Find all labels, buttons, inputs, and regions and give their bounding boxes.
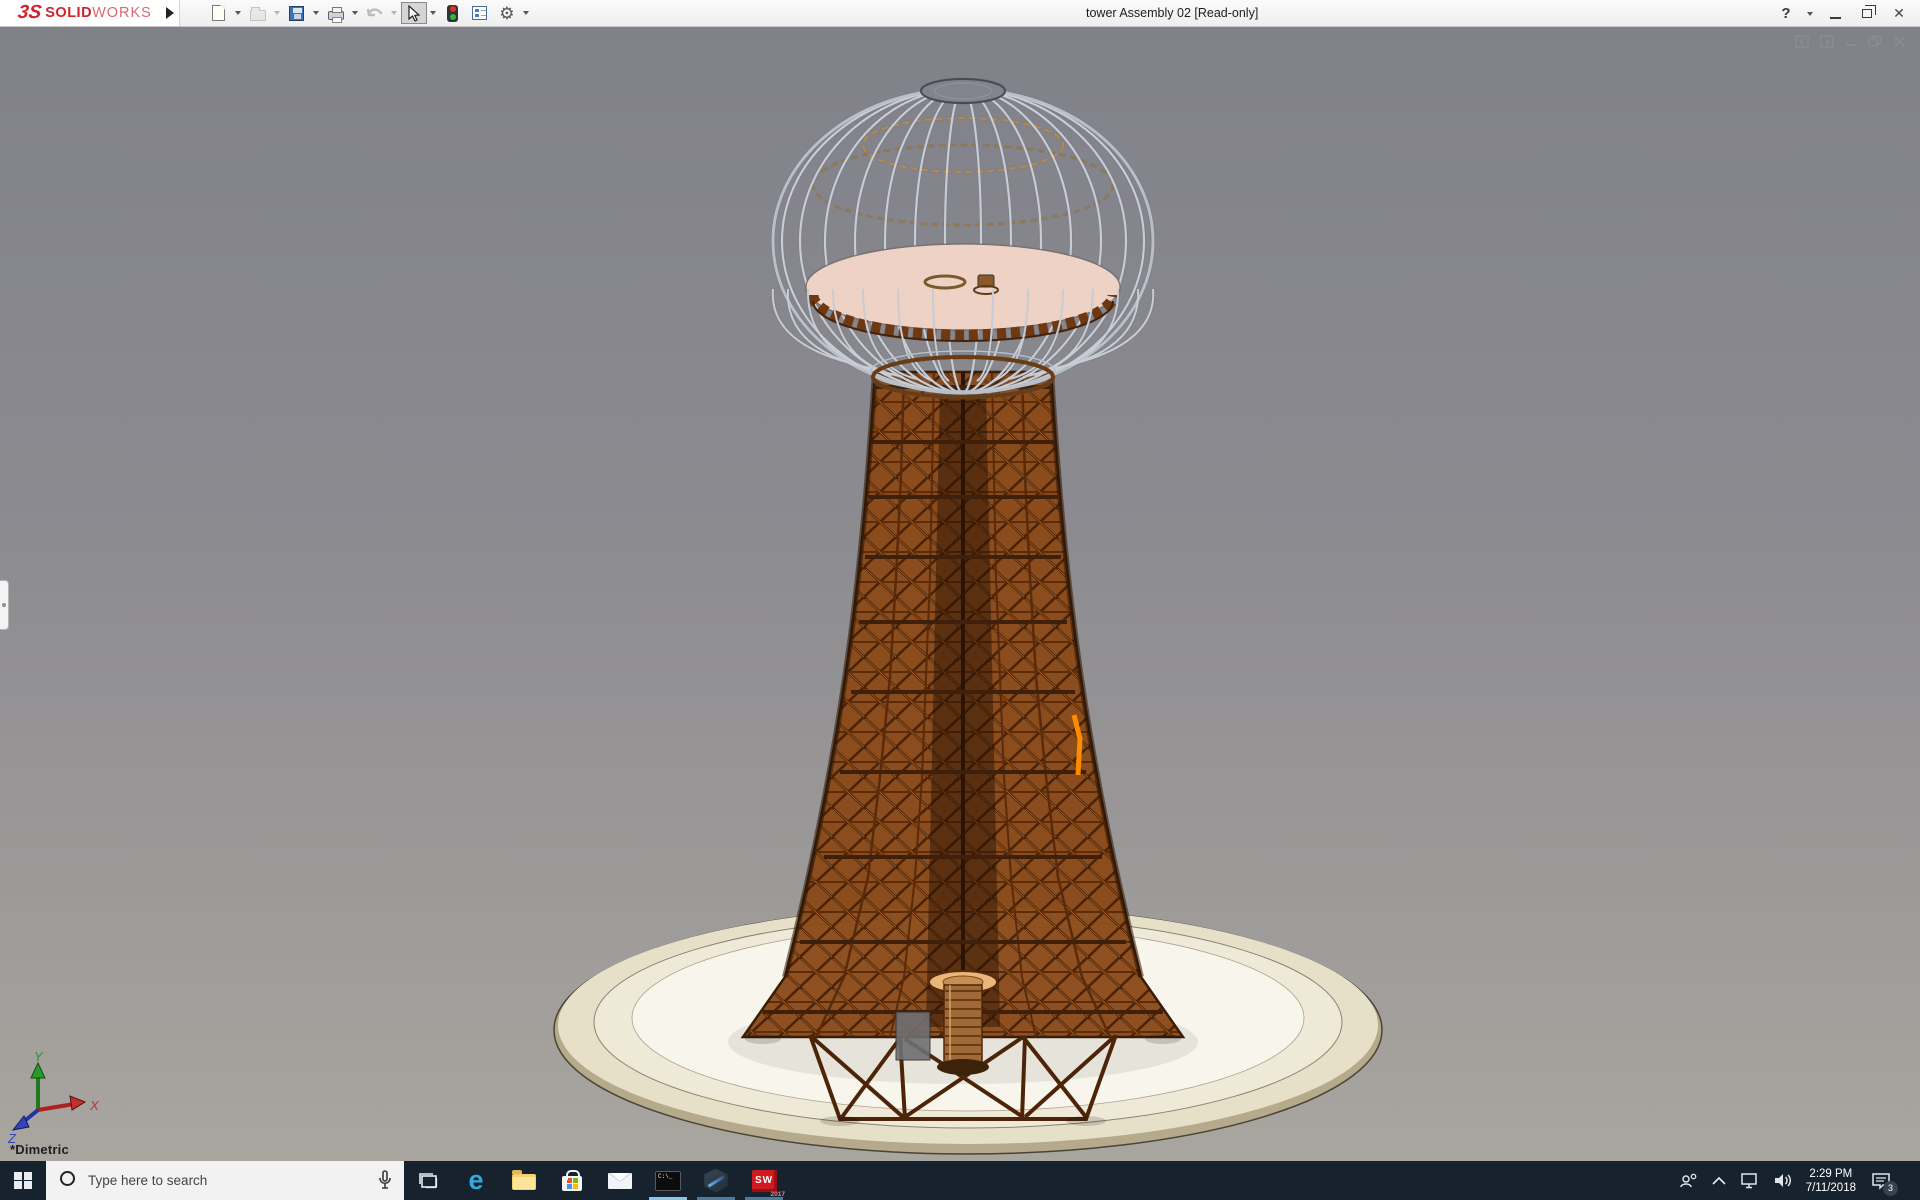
taskbar-hexagon-app[interactable] [692,1161,740,1200]
lattice-tower[interactable] [740,370,1186,1126]
taskbar-search[interactable] [46,1161,404,1200]
child-close-icon[interactable] [1893,35,1906,48]
people-icon[interactable] [1678,1172,1698,1190]
open-dropdown[interactable] [273,11,280,15]
taskbar: e C:\_ SW 2017 [0,1161,1920,1200]
selection-filter-icon [447,4,459,22]
open-button[interactable] [245,2,271,24]
close-button[interactable]: ✕ [1886,3,1912,25]
clock-date: 7/11/2018 [1805,1181,1856,1194]
solidworks-logo: 3S SOLID WORKS [0,0,162,26]
save-dropdown[interactable] [312,11,319,15]
options-button[interactable]: ⚙ [494,2,520,24]
model-canvas[interactable]: Y X Z [0,27,1920,1161]
search-input[interactable] [88,1173,338,1188]
help-dropdown[interactable] [1807,11,1813,16]
save-button[interactable] [284,2,310,24]
wireframe-dome[interactable] [771,78,1155,399]
triad-y-label: Y [34,1049,44,1064]
hexagon-app-icon [704,1168,728,1193]
taskbar-apps: e C:\_ SW 2017 [404,1161,788,1200]
restore-icon [1862,5,1876,18]
network-icon[interactable] [1740,1172,1760,1189]
solidworks-year-badge: 2017 [770,1191,785,1198]
edge-icon: e [468,1165,484,1195]
new-file-button[interactable] [206,2,232,24]
help-icon: ? [1781,5,1791,22]
orientation-triad[interactable]: Y X Z [7,1049,100,1146]
selection-filter-button[interactable] [440,2,466,24]
help-button[interactable]: ? [1773,3,1799,25]
print-icon [327,7,344,23]
microphone-icon[interactable] [378,1170,392,1190]
new-file-dropdown[interactable] [234,11,241,15]
cortana-icon [60,1171,75,1186]
gear-icon: ⚙ [499,3,515,23]
child-restore-icon[interactable] [1868,35,1882,48]
solidworks-icon: SW [751,1169,777,1192]
menu-expand-button[interactable] [161,0,180,26]
taskbar-solidworks[interactable]: SW 2017 [740,1161,788,1200]
document-title: tower Assembly 02 [Read-only] [1086,6,1259,20]
minimize-icon [1829,16,1841,19]
triad-x-label: X [89,1098,100,1113]
graphics-viewport[interactable]: Y X Z *Dimetric [0,27,1920,1161]
print-button[interactable] [323,2,349,24]
display-pane-icon [472,6,488,20]
file-explorer-icon [512,1170,536,1190]
view-orientation-label: *Dimetric [10,1142,69,1157]
feature-manager-collapsed-tab[interactable] [0,580,9,630]
close-icon: ✕ [1893,5,1905,21]
taskbar-command-prompt[interactable]: C:\_ [644,1161,692,1200]
display-pane-button[interactable] [467,2,493,24]
taskbar-file-explorer[interactable] [500,1161,548,1200]
command-prompt-icon: C:\_ [655,1170,681,1191]
window-controls: ? ✕ [1773,0,1912,27]
task-view-icon [419,1173,438,1189]
undo-dropdown[interactable] [390,11,397,15]
save-icon [289,5,305,21]
system-tray: 2:29 PM 7/11/2018 3 [1678,1161,1920,1200]
solidworks-window: 3S SOLID WORKS ⚙ tower Assembly 02 [Read… [0,0,1920,1200]
tab-grip-dot [2,603,6,607]
open-folder-icon [249,6,266,21]
print-dropdown[interactable] [351,11,358,15]
new-file-icon [212,5,226,21]
cursor-icon [408,4,421,22]
chevron-up-icon[interactable] [1711,1176,1727,1186]
task-view-button[interactable] [404,1161,452,1200]
undo-button[interactable] [362,2,388,24]
quick-access-toolbar: ⚙ [206,2,532,24]
start-button[interactable] [0,1161,46,1200]
options-dropdown[interactable] [522,11,529,15]
clock-time: 2:29 PM [1809,1167,1853,1180]
titlebar: 3S SOLID WORKS ⚙ tower Assembly 02 [Read… [0,0,1920,27]
ds-logo-mark: 3S [16,2,43,23]
restore-button[interactable] [1854,3,1880,25]
pane-left-icon[interactable] [1795,35,1809,48]
pane-right-icon[interactable] [1820,35,1834,48]
minimize-button[interactable] [1822,3,1848,25]
select-tool-dropdown[interactable] [429,11,436,15]
action-center-button[interactable]: 3 [1869,1169,1898,1196]
undo-icon [366,8,383,17]
taskbar-edge[interactable]: e [452,1161,500,1200]
taskbar-mail[interactable] [596,1161,644,1200]
expand-arrow-icon [166,7,175,19]
mail-icon [608,1172,632,1189]
notification-badge: 3 [1883,1180,1898,1196]
logo-text-solid: SOLID [45,5,93,21]
taskbar-clock[interactable]: 2:29 PM 7/11/2018 [1806,1167,1856,1195]
child-minimize-icon[interactable] [1845,35,1857,48]
document-window-controls [1795,35,1906,48]
select-tool-button[interactable] [400,2,427,24]
volume-icon[interactable] [1773,1172,1793,1189]
windows-logo-icon [14,1171,32,1190]
store-icon [562,1170,582,1191]
taskbar-store[interactable] [548,1161,596,1200]
logo-text-works: WORKS [92,5,152,21]
